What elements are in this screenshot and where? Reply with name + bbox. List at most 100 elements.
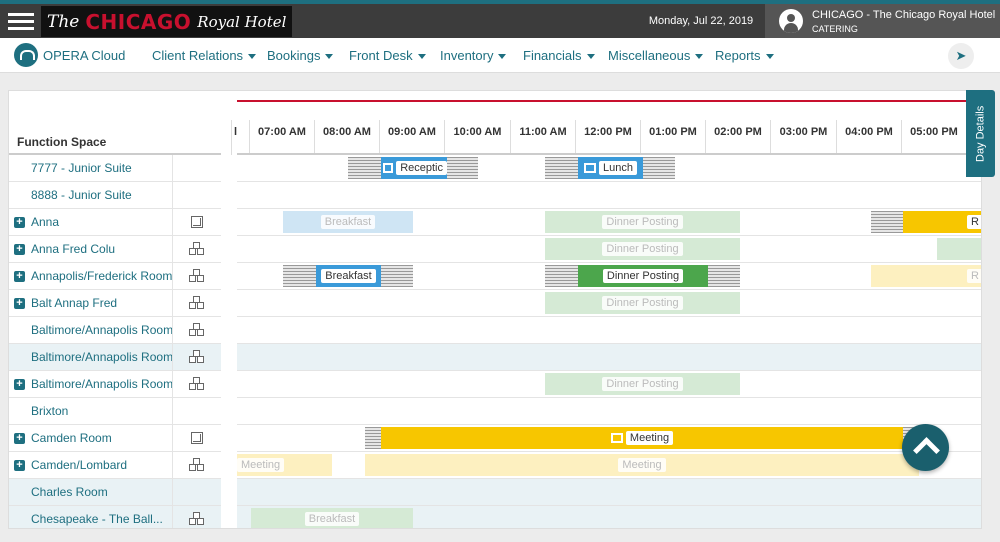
function-space-row[interactable]: Charles Room [9, 479, 221, 506]
space-type-cell [172, 155, 221, 181]
event-type-icon [610, 433, 623, 443]
space-name[interactable]: Baltimore/Annapolis Room [31, 350, 172, 364]
rocket-icon[interactable]: ➤ [948, 43, 974, 69]
expand-plus-icon[interactable]: + [14, 298, 25, 309]
menu-label: Inventory [440, 48, 494, 63]
expand-plus-icon[interactable]: + [14, 460, 25, 471]
current-time-indicator [237, 100, 981, 102]
space-name[interactable]: Annapolis/Frederick Room [31, 269, 172, 283]
space-name[interactable]: Baltimore/Annapolis Room [31, 323, 172, 337]
function-space-row[interactable]: Brixton [9, 398, 221, 425]
menu-inventory[interactable]: Inventory [440, 48, 507, 63]
function-space-row[interactable]: + Anna Fred Colu [9, 236, 221, 263]
space-name[interactable]: Balt Annap Fred [31, 296, 172, 310]
event-dinner-posting[interactable]: Dinner Posting [545, 211, 740, 233]
function-space-row[interactable]: 7777 - Junior Suite [9, 155, 221, 182]
event-breakfast[interactable]: Breakfast [251, 508, 413, 528]
time-header: 11:00 AM [510, 120, 575, 155]
function-space-row[interactable]: Baltimore/Annapolis Room [9, 344, 221, 371]
event-dinner-posting[interactable]: Dinner Posting [578, 265, 708, 287]
menu-client-relations[interactable]: Client Relations [152, 48, 257, 63]
function-space-row[interactable]: + Anna [9, 209, 221, 236]
space-name[interactable]: 7777 - Junior Suite [31, 161, 172, 175]
space-name[interactable]: 8888 - Junior Suite [31, 188, 172, 202]
opera-cloud-home[interactable]: OPERA Cloud [14, 43, 125, 67]
event-lunch[interactable]: Lunch [578, 157, 643, 179]
cubes-icon [189, 269, 205, 283]
time-header: 05:00 PM [901, 120, 966, 155]
timeline-row [237, 182, 981, 209]
expand-plus-icon[interactable]: + [14, 217, 25, 228]
timeline-row [237, 344, 981, 371]
function-space-row[interactable]: + Annapolis/Frederick Room [9, 263, 221, 290]
expand-plus-icon[interactable]: + [14, 271, 25, 282]
expand-plus-icon[interactable]: + [14, 244, 25, 255]
event-breakfast[interactable]: Breakfast [316, 265, 381, 287]
menu-front-desk[interactable]: Front Desk [349, 48, 426, 63]
event-reception[interactable]: Receptic [381, 157, 447, 179]
space-name[interactable]: Anna [31, 215, 172, 229]
time-header: 09:00 AM [379, 120, 444, 155]
caret-down-icon [417, 54, 426, 60]
space-type-cell [172, 182, 221, 208]
space-name[interactable]: Anna Fred Colu [31, 242, 172, 256]
function-space-row[interactable]: 8888 - Junior Suite [9, 182, 221, 209]
function-space-row[interactable]: Chesapeake - The Ball... [9, 506, 221, 528]
cube-icon [191, 216, 203, 228]
function-space-row[interactable]: + Camden/Lombard [9, 452, 221, 479]
event-breakfast[interactable]: Breakfast [283, 211, 413, 233]
menu-label: Bookings [267, 48, 321, 63]
hamburger-menu-icon[interactable] [8, 9, 34, 33]
event-label: R [967, 215, 981, 229]
expand-plus-icon[interactable]: + [14, 379, 25, 390]
property-selector[interactable]: CHICAGO - The Chicago Royal Hotel CATERI… [765, 4, 1000, 38]
teardown-time-block [381, 265, 413, 287]
event-dinner-posting[interactable]: Dinner Posting [545, 238, 740, 260]
space-name[interactable]: Camden/Lombard [31, 458, 172, 472]
event-dinner-posting[interactable]: Dinner Posting [545, 292, 740, 314]
event-meeting[interactable]: Meeting [365, 454, 919, 476]
function-space-header: Function Space [17, 135, 107, 149]
day-details-tab[interactable]: Day Details [966, 90, 995, 177]
cubes-icon [189, 350, 205, 364]
logo-the: The [47, 11, 80, 32]
setup-time-block [348, 157, 381, 179]
event-dinner-posting[interactable]: Dinner Posting [545, 373, 740, 395]
top-bar: The CHICAGO Royal Hotel Monday, Jul 22, … [0, 0, 1000, 38]
caret-down-icon [248, 54, 257, 60]
space-type-cell [172, 398, 221, 424]
event-label: Dinner Posting [602, 242, 683, 256]
event-r[interactable]: R [903, 211, 981, 233]
space-name[interactable]: Chesapeake - The Ball... [31, 512, 172, 526]
teardown-time-block [643, 157, 675, 179]
time-header: 12:00 PM [575, 120, 640, 155]
menu-financials[interactable]: Financials [523, 48, 595, 63]
event-type-icon [383, 163, 394, 173]
space-name[interactable]: Camden Room [31, 431, 172, 445]
business-date: Monday, Jul 22, 2019 [648, 15, 754, 27]
space-name[interactable]: Charles Room [31, 485, 172, 499]
function-space-row[interactable]: + Camden Room [9, 425, 221, 452]
time-header: 10:00 AM [444, 120, 510, 155]
event-label: R [967, 269, 981, 283]
space-name[interactable]: Brixton [31, 404, 172, 418]
caret-down-icon [325, 54, 334, 60]
space-type-cell [172, 425, 221, 451]
menu-reports[interactable]: Reports [715, 48, 774, 63]
space-name[interactable]: Baltimore/Annapolis Room [31, 377, 172, 391]
event-r[interactable]: R [871, 265, 981, 287]
event-partial[interactable] [937, 238, 981, 260]
event-meeting[interactable]: Meeting [237, 454, 332, 476]
cubes-icon [189, 323, 205, 337]
time-header: 04:00 PM [836, 120, 901, 155]
space-type-cell [172, 506, 221, 528]
time-header: 01:00 PM [640, 120, 705, 155]
menu-bookings[interactable]: Bookings [267, 48, 334, 63]
scroll-to-top-button[interactable] [902, 424, 949, 471]
function-space-row[interactable]: Baltimore/Annapolis Room [9, 317, 221, 344]
expand-plus-icon[interactable]: + [14, 433, 25, 444]
function-space-row[interactable]: + Balt Annap Fred [9, 290, 221, 317]
menu-miscellaneous[interactable]: Miscellaneous [608, 48, 704, 63]
function-space-row[interactable]: + Baltimore/Annapolis Room [9, 371, 221, 398]
event-meeting[interactable]: Meeting [381, 427, 903, 449]
